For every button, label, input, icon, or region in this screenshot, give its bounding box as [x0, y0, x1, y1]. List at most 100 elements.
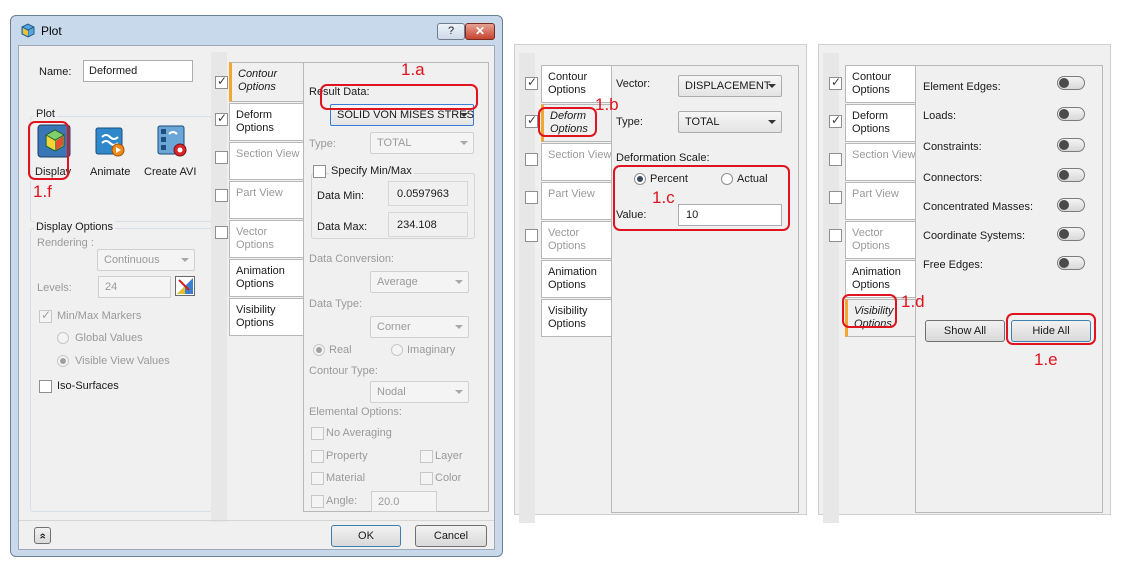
section-tab-checkbox-2[interactable]	[525, 153, 538, 166]
data-type-select[interactable]: Corner	[370, 316, 469, 338]
section-tab-checkbox-3[interactable]	[829, 153, 842, 166]
concentrated-masses-toggle[interactable]	[1057, 198, 1085, 212]
tab-visibility-options-2[interactable]: Visibility Options	[541, 299, 611, 337]
annotation-label-1e: 1.e	[1034, 350, 1058, 369]
loads-toggle[interactable]	[1057, 107, 1085, 121]
specify-minmax-label: Specify Min/Max	[329, 165, 414, 177]
part-tab-checkbox-2[interactable]	[525, 191, 538, 204]
tab-contour-options-3[interactable]: Contour Options	[845, 65, 915, 103]
tab-visibility-label: Visibility Options	[236, 304, 276, 329]
data-conversion-label: Data Conversion:	[309, 253, 394, 265]
annotation-label-1d: 1.d	[901, 292, 925, 311]
title-bar[interactable]: Plot ? ✕	[11, 16, 502, 44]
specify-minmax-checkbox[interactable]	[313, 165, 326, 178]
close-button[interactable]: ✕	[465, 23, 495, 40]
data-conversion-select[interactable]: Average	[370, 271, 469, 293]
imaginary-label: Imaginary	[407, 344, 456, 356]
property-checkbox[interactable]	[311, 450, 324, 463]
color-map-icon[interactable]	[175, 276, 195, 296]
help-button[interactable]: ?	[437, 23, 465, 40]
chevron-down-icon	[455, 390, 463, 394]
global-values-radio[interactable]	[57, 332, 69, 344]
cancel-button[interactable]: Cancel	[415, 525, 487, 547]
levels-label: Levels:	[37, 282, 72, 294]
part-tab-checkbox-3[interactable]	[829, 191, 842, 204]
visibility-item-label: Free Edges:	[923, 259, 983, 271]
tab-section-view[interactable]: Section View	[229, 142, 303, 180]
tab-part-view-2[interactable]: Part View	[541, 182, 611, 220]
chevron-up-icon: «	[36, 532, 49, 539]
annotation-box-deformation-scale	[613, 165, 790, 231]
tab-animation-options[interactable]: Animation Options	[229, 259, 303, 297]
free-edges-toggle[interactable]	[1057, 256, 1085, 270]
angle-checkbox[interactable]	[311, 495, 324, 508]
tab-contour-options[interactable]: Contour Options	[229, 62, 303, 102]
tab-section-view-2[interactable]: Section View	[541, 143, 611, 181]
element-edges-toggle[interactable]	[1057, 76, 1085, 90]
tab-deform-options-3[interactable]: Deform Options	[845, 104, 915, 142]
visible-view-values-label: Visible View Values	[75, 355, 170, 367]
tab-vector-options[interactable]: Vector Options	[229, 220, 303, 258]
tab-contour-label: Contour Options	[238, 68, 278, 93]
contour-type-mode-value: Nodal	[377, 386, 406, 398]
tab-animation-options-2[interactable]: Animation Options	[541, 260, 611, 298]
contour-type-mode-label: Contour Type:	[309, 365, 378, 377]
no-averaging-checkbox[interactable]	[311, 427, 324, 440]
vector-tab-checkbox-3[interactable]	[829, 229, 842, 242]
animate-tool-button[interactable]: Animate	[85, 122, 137, 188]
contour-tab-checkbox[interactable]	[215, 74, 228, 89]
annotation-label-1c: 1.c	[652, 188, 675, 207]
angle-label: Angle:	[326, 495, 358, 507]
collapse-button[interactable]: «	[34, 527, 51, 544]
constraints-toggle[interactable]	[1057, 138, 1085, 152]
real-radio[interactable]	[313, 344, 325, 356]
rendering-select[interactable]: Continuous	[97, 249, 195, 271]
tab-deform-options[interactable]: Deform Options	[229, 103, 303, 141]
annotation-box-hide-all	[1006, 313, 1096, 345]
name-input[interactable]: Deformed	[83, 60, 193, 82]
visible-view-values-radio[interactable]	[57, 355, 69, 367]
contour-tab-checkbox-2[interactable]	[525, 75, 538, 90]
tab-visibility-options[interactable]: Visibility Options	[229, 298, 303, 336]
coordinate-systems-toggle[interactable]	[1057, 227, 1085, 241]
angle-input-value: 20.0	[378, 496, 400, 508]
tab-animation-label-2: Animation Options	[548, 266, 597, 291]
create-avi-tool-button[interactable]: Create AVI	[141, 122, 203, 188]
deform-tab-checkbox-2[interactable]	[525, 113, 538, 128]
tab-part-view[interactable]: Part View	[229, 181, 303, 219]
tab-contour-label-2: Contour Options	[548, 71, 588, 96]
section-tab-checkbox[interactable]	[215, 151, 228, 164]
vector-tab-checkbox-2[interactable]	[525, 229, 538, 242]
part-tab-checkbox[interactable]	[215, 189, 228, 202]
angle-input[interactable]: 20.0	[371, 491, 437, 512]
tab-vector-options-2[interactable]: Vector Options	[541, 221, 611, 259]
contour-tab-checkbox-3[interactable]	[829, 75, 842, 90]
plot-group-title: Plot	[34, 108, 57, 120]
deform-type-select[interactable]: TOTAL	[678, 111, 782, 133]
show-all-button[interactable]: Show All	[925, 320, 1005, 342]
layer-checkbox[interactable]	[420, 450, 433, 463]
levels-input[interactable]: 24	[98, 276, 171, 298]
contour-type-mode-select[interactable]: Nodal	[370, 381, 469, 403]
tab-part-view-3[interactable]: Part View	[845, 182, 915, 220]
annotation-box-deform-tab	[538, 107, 597, 137]
deform-tab-checkbox[interactable]	[215, 111, 228, 126]
deform-tab-checkbox-3[interactable]	[829, 113, 842, 128]
color-checkbox[interactable]	[420, 472, 433, 485]
tab-vector-label-2: Vector Options	[548, 227, 586, 252]
tab-vector-options-3[interactable]: Vector Options	[845, 221, 915, 259]
ok-button[interactable]: OK	[331, 525, 401, 547]
material-checkbox[interactable]	[311, 472, 324, 485]
minmax-markers-checkbox[interactable]	[39, 308, 52, 323]
chevron-down-icon	[455, 280, 463, 284]
imaginary-radio[interactable]	[391, 344, 403, 356]
global-values-label: Global Values	[75, 332, 143, 344]
connectors-toggle[interactable]	[1057, 168, 1085, 182]
contour-type-select[interactable]: TOTAL	[370, 132, 474, 154]
chevron-down-icon	[768, 84, 776, 88]
vector-select[interactable]: DISPLACEMENT	[678, 75, 782, 97]
tab-section-view-3[interactable]: Section View	[845, 143, 915, 181]
vector-tab-checkbox[interactable]	[215, 226, 228, 239]
iso-surfaces-checkbox[interactable]	[39, 380, 52, 393]
rendering-label: Rendering :	[37, 237, 94, 249]
